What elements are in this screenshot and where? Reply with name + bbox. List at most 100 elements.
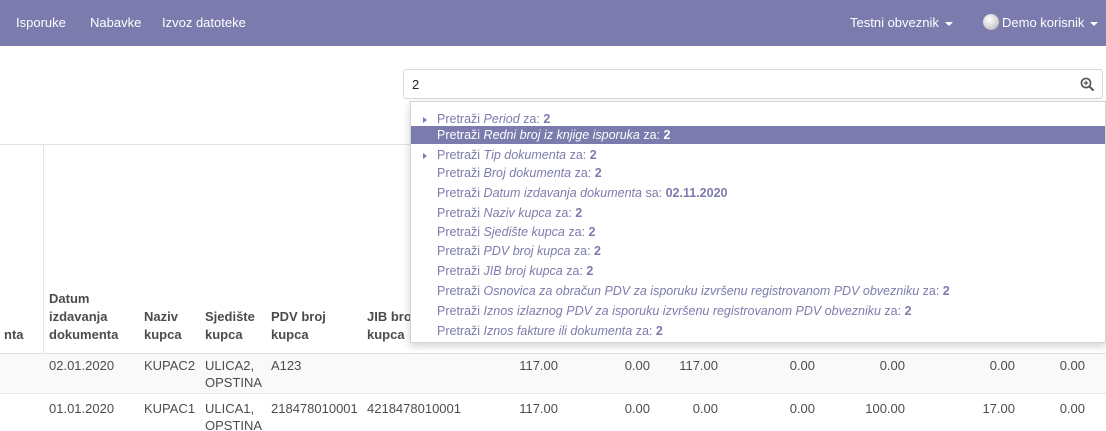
option-suffix: za: — [551, 206, 576, 220]
option-suffix: sa: — [641, 186, 666, 200]
caret-down-icon — [1090, 21, 1099, 26]
option-value: 2 — [663, 128, 671, 142]
cell-value: 100.00 — [865, 401, 905, 416]
top-navbar: Isporuke Nabavke Izvoz datoteke Testni o… — [0, 0, 1106, 46]
option-field: Period — [483, 112, 520, 126]
column-header-datum[interactable]: Datum izdavanja dokumenta — [49, 290, 118, 344]
option-suffix: za: — [562, 264, 587, 278]
expand-arrow-icon[interactable] — [423, 153, 427, 159]
option-value: 2 — [594, 244, 601, 258]
header-line: Datum — [49, 291, 90, 306]
autocomplete-option[interactable]: Pretraži Broj dokumenta za: 2 — [411, 164, 1105, 182]
option-value: 2 — [588, 225, 596, 239]
option-value: 02.11.2020 — [665, 186, 728, 200]
nav-izvoz-datoteke[interactable]: Izvoz datoteke — [162, 0, 246, 46]
table-row[interactable]: 02.01.2020 KUPAC2 ULICA2, OPSTINA A123 1… — [0, 354, 1106, 394]
option-value: 2 — [655, 324, 663, 338]
autocomplete-option[interactable]: Pretraži Osnovica za obračun PDV za ispo… — [411, 282, 1105, 300]
option-prefix: Pretraži — [437, 284, 484, 298]
option-field: Datum izdavanja dokumenta — [483, 186, 642, 200]
header-line: Naziv — [144, 309, 178, 324]
header-line: PDV broj — [271, 309, 326, 324]
header-line: dokumenta — [49, 327, 119, 342]
option-value: 2 — [543, 112, 551, 126]
header-line: Sjedište — [205, 309, 255, 324]
autocomplete-option[interactable]: Pretraži JIB broj kupca za: 2 — [411, 262, 1105, 280]
column-header-naziv[interactable]: Naziv kupca — [144, 308, 182, 344]
company-name: Testni obveznik — [850, 15, 939, 30]
option-suffix: za: — [566, 148, 590, 162]
cell-pdv-broj: A123 — [271, 358, 302, 373]
header-line: kupca — [144, 327, 182, 342]
option-prefix: Pretraži — [437, 304, 484, 318]
search-autocomplete-dropdown: Pretraži Period za: 2 Pretraži Redni broj… — [410, 101, 1106, 343]
avatar-icon — [983, 14, 999, 30]
option-suffix: za: — [564, 225, 589, 239]
nav-isporuke[interactable]: Isporuke — [16, 0, 66, 46]
autocomplete-option[interactable]: Pretraži Naziv kupca za: 2 — [411, 204, 1105, 222]
header-line: kupca — [367, 327, 405, 342]
option-prefix: Pretraži — [437, 225, 484, 239]
cell-value: 0.00 — [789, 358, 815, 373]
cell-value: 17.00 — [982, 401, 1015, 416]
option-suffix: za: — [880, 304, 905, 318]
nav-nabavke[interactable]: Nabavke — [90, 0, 141, 46]
column-header-partial[interactable]: nta — [4, 326, 24, 344]
autocomplete-option[interactable]: Pretraži Iznos izlaznog PDV za isporuku … — [411, 302, 1105, 320]
user-menu[interactable]: Demo korisnik — [983, 0, 1099, 46]
user-name: Demo korisnik — [1002, 15, 1085, 30]
option-value: 2 — [586, 264, 594, 278]
cell-value: 0.00 — [1059, 358, 1085, 373]
header-line: izdavanja — [49, 309, 108, 324]
expand-arrow-icon[interactable] — [423, 117, 427, 123]
autocomplete-option[interactable]: Pretraži Redni broj iz knjige isporuka z… — [411, 126, 1105, 144]
option-field: Broj dokumenta — [483, 166, 572, 180]
option-field: Iznos fakture ili dokumenta — [483, 324, 633, 338]
autocomplete-option[interactable]: Pretraži Datum izdavanja dokumenta sa: 0… — [411, 184, 1105, 202]
option-prefix: Pretraži — [437, 206, 484, 220]
option-prefix: Pretraži — [437, 264, 484, 278]
cell-value: 0.00 — [789, 401, 815, 416]
option-value: 2 — [589, 148, 597, 162]
option-value: 2 — [904, 304, 912, 318]
autocomplete-option[interactable]: Pretraži Iznos fakture ili dokumenta za:… — [411, 322, 1105, 340]
column-header-pdv-broj[interactable]: PDV broj kupca — [271, 308, 326, 344]
search-input[interactable] — [412, 70, 1072, 98]
zoom-in-icon[interactable] — [1080, 77, 1094, 91]
cell-value: 0.00 — [624, 401, 650, 416]
option-field: Iznos izlaznog PDV za isporuku izvršenu … — [483, 304, 881, 318]
option-field: Sjedište kupca — [483, 225, 565, 239]
cell-naziv: KUPAC2 — [144, 358, 196, 373]
cell-value: 0.00 — [624, 358, 650, 373]
column-header-sjediste[interactable]: Sjedište kupca — [205, 308, 255, 344]
option-field: Osnovica za obračun PDV za isporuku izvr… — [483, 284, 920, 298]
option-suffix: za: — [570, 244, 595, 258]
autocomplete-option[interactable]: Pretraži Sjedište kupca za: 2 — [411, 223, 1105, 241]
cell-value: 0.00 — [879, 358, 905, 373]
column-header-jib-broj[interactable]: JIB bro kupca — [367, 308, 412, 344]
cell-naziv: KUPAC1 — [144, 401, 196, 416]
cell-value: 0.00 — [989, 358, 1015, 373]
option-field: Tip dokumenta — [483, 148, 567, 162]
cell-value: 117.00 — [519, 358, 558, 373]
option-value: 2 — [594, 166, 602, 180]
column-divider — [43, 144, 44, 354]
option-prefix: Pretraži — [437, 128, 484, 142]
option-prefix: Pretraži — [437, 112, 484, 126]
option-field: Naziv kupca — [483, 206, 552, 220]
table-row[interactable]: 01.01.2020 KUPAC1 ULICA1, OPSTINA 218478… — [0, 396, 1106, 431]
cell-pdv-broj: 218478010001 — [271, 401, 358, 416]
autocomplete-option[interactable]: Pretraži Tip dokumenta za: 2 — [411, 146, 1105, 164]
option-suffix: za: — [632, 324, 656, 338]
option-field: JIB broj kupca — [483, 264, 563, 278]
cell-sjediste: ULICA1, OPSTINA — [205, 401, 263, 431]
cell-sjediste: ULICA2, OPSTINA — [205, 358, 263, 390]
option-prefix: Pretraži — [437, 186, 484, 200]
header-line: kupca — [271, 327, 309, 342]
company-switcher[interactable]: Testni obveznik — [850, 0, 953, 46]
autocomplete-option[interactable]: Pretraži PDV broj kupca za: 2 — [411, 242, 1105, 260]
option-suffix: za: — [519, 112, 544, 126]
option-prefix: Pretraži — [437, 244, 484, 258]
option-prefix: Pretraži — [437, 324, 484, 338]
cell-value: 117.00 — [679, 358, 718, 373]
